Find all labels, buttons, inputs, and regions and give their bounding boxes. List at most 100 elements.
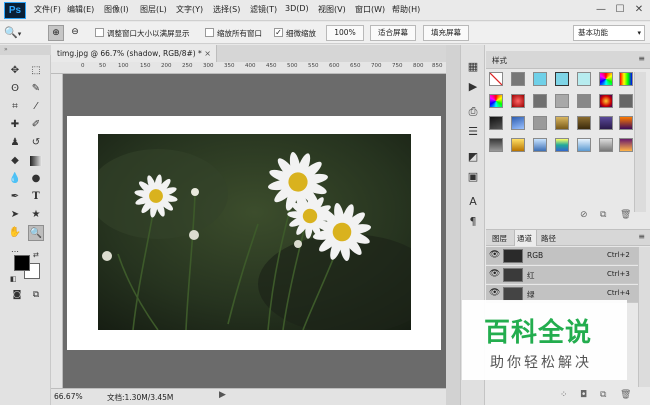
close-window-button[interactable]: ✕ (630, 2, 648, 18)
menu-view[interactable]: 视图(V) (318, 4, 346, 15)
lasso-tool-icon[interactable]: ʘ (7, 81, 23, 97)
brush-tool-icon[interactable]: ✐ (28, 117, 44, 133)
styles-scrollbar[interactable] (634, 72, 646, 212)
menu-filter[interactable]: 滤镜(T) (250, 4, 277, 15)
libraries-panel-icon[interactable]: ▣ (466, 170, 480, 184)
style-swatch[interactable] (599, 72, 613, 86)
quick-mask-icon[interactable]: ◙ (9, 287, 25, 303)
menu-type[interactable]: 文字(Y) (176, 4, 203, 15)
default-colors-icon[interactable]: ◧ (10, 275, 17, 283)
menu-help[interactable]: 帮助(H) (392, 4, 420, 15)
style-swatch[interactable] (555, 94, 569, 108)
load-selection-icon[interactable]: ⁘ (560, 390, 568, 400)
resize-windows-checkbox[interactable] (95, 28, 104, 37)
fit-screen-button[interactable]: 适合屏幕 (370, 25, 416, 41)
gradient-tool-icon[interactable] (30, 156, 42, 166)
channel-row-red[interactable]: 👁 红 Ctrl+3 (486, 266, 638, 284)
menu-image[interactable]: 图像(I) (104, 4, 129, 15)
menu-layer[interactable]: 图层(L) (140, 4, 167, 15)
eyedropper-tool-icon[interactable]: ⁄ (28, 99, 44, 115)
style-swatch[interactable] (599, 138, 613, 152)
style-swatch[interactable] (533, 116, 547, 130)
eye-icon[interactable]: 👁 (489, 269, 500, 279)
zoom-all-windows-checkbox[interactable] (205, 28, 214, 37)
delete-channel-icon[interactable]: 🗑 (620, 390, 631, 400)
custom-shape-tool-icon[interactable]: ★ (28, 207, 44, 223)
menu-3d[interactable]: 3D(D) (285, 4, 309, 13)
zoom-tool-icon[interactable]: 🔍 (28, 225, 44, 241)
style-swatch[interactable] (533, 138, 547, 152)
style-swatch[interactable] (577, 138, 591, 152)
style-swatch[interactable] (489, 94, 503, 108)
save-selection-icon[interactable]: ◘ (580, 390, 587, 400)
tools-collapse-handle[interactable]: » (0, 45, 51, 55)
tab-layers[interactable]: 图层 (492, 233, 507, 244)
adjustments-panel-icon[interactable]: ◩ (466, 150, 480, 164)
path-selection-tool-icon[interactable]: ➤ (7, 207, 23, 223)
style-swatch[interactable] (619, 116, 633, 130)
quick-selection-tool-icon[interactable]: ✎ (28, 81, 44, 97)
style-swatch[interactable] (511, 116, 525, 130)
status-menu-arrow-icon[interactable]: ▶ (219, 390, 226, 400)
maximize-button[interactable]: ☐ (611, 2, 629, 18)
tool-preset-picker[interactable]: 🔍▾ (4, 24, 34, 41)
blur-tool-icon[interactable]: 💧 (7, 171, 23, 187)
panel-menu-icon[interactable]: ≡ (638, 232, 645, 241)
history-brush-tool-icon[interactable]: ↺ (28, 135, 44, 151)
panel-menu-icon[interactable]: ≡ (638, 54, 645, 63)
style-swatch[interactable] (489, 116, 503, 130)
eye-icon[interactable]: 👁 (489, 288, 500, 298)
crop-tool-icon[interactable]: ⌗ (7, 99, 23, 115)
tab-paths[interactable]: 路径 (541, 233, 556, 244)
delete-style-icon[interactable]: 🗑 (620, 210, 631, 220)
style-swatch[interactable] (533, 72, 547, 86)
style-swatch[interactable] (577, 72, 591, 86)
clone-stamp-tool-icon[interactable]: ♟ (7, 135, 23, 151)
document-tab[interactable]: timg.jpg @ 66.7% (shadow, RGB/8#) * × (51, 45, 217, 62)
menu-edit[interactable]: 编辑(E) (67, 4, 94, 15)
history-panel-icon[interactable]: ▦ (466, 60, 480, 74)
marquee-tool-icon[interactable]: ⬚ (28, 63, 44, 79)
style-swatch[interactable] (555, 138, 569, 152)
character-panel-icon[interactable]: A (466, 195, 480, 209)
new-style-icon[interactable]: ⧉ (600, 210, 606, 220)
style-swatch[interactable] (619, 94, 633, 108)
style-swatch[interactable] (619, 138, 633, 152)
menu-file[interactable]: 文件(F) (34, 4, 61, 15)
fill-screen-button[interactable]: 填充屏幕 (423, 25, 469, 41)
scrubby-zoom-checkbox[interactable]: ✓ (274, 28, 283, 37)
close-document-icon[interactable]: × (204, 45, 211, 62)
type-tool-icon[interactable]: T (28, 189, 44, 205)
zoom-in-mode-button[interactable]: ⊕ (48, 25, 64, 41)
eye-icon[interactable]: 👁 (489, 250, 500, 260)
tab-styles[interactable]: 样式 (492, 55, 507, 66)
paragraph-panel-icon[interactable]: ¶ (466, 215, 480, 229)
swap-colors-icon[interactable]: ⇄ (33, 251, 39, 259)
style-swatch[interactable] (511, 94, 525, 108)
style-swatch[interactable] (489, 138, 503, 152)
style-swatch[interactable] (577, 94, 591, 108)
minimize-button[interactable]: — (592, 2, 610, 18)
screen-mode-icon[interactable]: ⧉ (28, 287, 44, 303)
style-swatch[interactable] (577, 116, 591, 130)
style-swatch[interactable] (599, 116, 613, 130)
style-swatch[interactable] (555, 116, 569, 130)
style-swatch[interactable] (511, 72, 525, 86)
style-swatch[interactable] (511, 138, 525, 152)
workspace-select[interactable]: 基本功能 ▾ (573, 25, 645, 41)
tab-channels[interactable]: 通道 (517, 233, 532, 244)
channel-row-rgb[interactable]: 👁 RGB Ctrl+2 (486, 247, 638, 265)
style-swatch[interactable] (619, 72, 633, 86)
zoom-100-button[interactable]: 100% (326, 25, 364, 41)
properties-panel-icon[interactable]: ☰ (466, 125, 480, 139)
healing-brush-tool-icon[interactable]: ✚ (7, 117, 23, 133)
device-preview-icon[interactable]: ⎙ (466, 105, 480, 119)
dodge-tool-icon[interactable]: ● (28, 171, 44, 187)
actions-panel-icon[interactable]: ▶ (466, 80, 480, 94)
clear-style-icon[interactable]: ⊘ (580, 210, 588, 220)
style-swatch[interactable] (533, 94, 547, 108)
new-channel-icon[interactable]: ⧉ (600, 390, 606, 400)
style-swatch[interactable] (599, 94, 613, 108)
zoom-level-field[interactable]: 66.67% (54, 392, 83, 401)
foreground-color-swatch[interactable] (14, 255, 30, 271)
